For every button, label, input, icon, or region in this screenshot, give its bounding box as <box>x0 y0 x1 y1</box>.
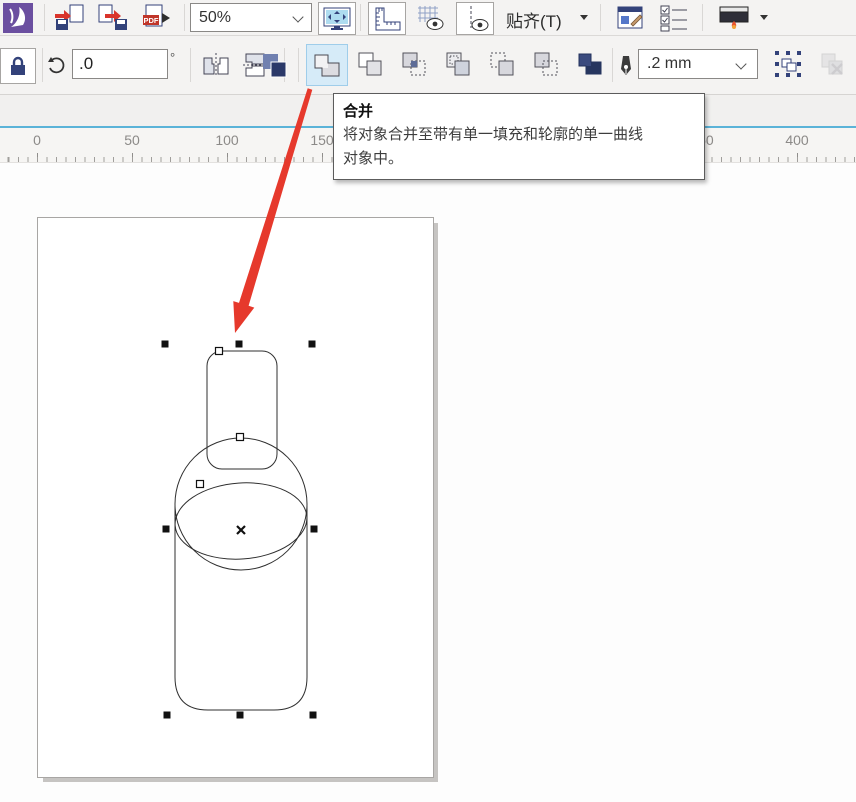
ruler-label: 50 <box>124 132 140 148</box>
ruler-label: 0 <box>33 132 41 148</box>
ruler-label: 150 <box>310 132 333 148</box>
separator <box>190 48 191 82</box>
full-screen-preview-button[interactable] <box>318 2 356 35</box>
property-bar: ° .2 mm <box>0 36 856 95</box>
drawing-page[interactable] <box>37 217 434 778</box>
export-button[interactable] <box>96 3 130 33</box>
ruler-tick <box>227 153 228 162</box>
standard-toolbar: PDF 50% 贴齐(T) <box>0 0 856 36</box>
snap-caret-icon[interactable] <box>580 15 588 20</box>
show-guidelines-button[interactable] <box>456 2 494 35</box>
simplify-button[interactable] <box>440 46 476 82</box>
snap-to-dropdown-label[interactable]: 贴齐(T) <box>506 7 562 32</box>
select-all-button[interactable] <box>770 46 806 82</box>
ruler-tick <box>132 153 133 162</box>
show-rulers-button[interactable] <box>368 2 406 35</box>
tooltip-title: 合并 <box>343 100 695 121</box>
boundary-button[interactable] <box>572 46 608 82</box>
ruler-label: 400 <box>785 132 808 148</box>
welcome-caret-icon[interactable] <box>760 15 768 20</box>
separator <box>42 48 43 82</box>
chevron-down-icon <box>735 58 746 69</box>
ruler-label: 100 <box>215 132 238 148</box>
separator <box>702 4 703 31</box>
import-button[interactable] <box>52 3 86 33</box>
separator <box>184 4 185 31</box>
degree-symbol: ° <box>170 50 175 65</box>
ruler-tick <box>37 153 38 162</box>
app-logo-icon[interactable] <box>2 2 33 33</box>
intersect-button[interactable] <box>396 46 432 82</box>
separator <box>44 4 45 31</box>
outline-width-combobox[interactable]: .2 mm <box>638 49 758 79</box>
mirror-horizontal-button[interactable] <box>198 47 234 83</box>
separator <box>600 4 601 31</box>
options-button[interactable] <box>612 2 648 33</box>
publish-pdf-button[interactable]: PDF <box>140 3 176 33</box>
zoom-level-combobox[interactable]: 50% <box>190 3 312 32</box>
rotation-angle-input[interactable] <box>72 49 168 79</box>
combine-button[interactable] <box>256 47 292 83</box>
weld-button[interactable] <box>306 44 348 86</box>
delete-disabled-button <box>814 46 850 82</box>
lock-ratio-button[interactable] <box>0 48 36 84</box>
back-minus-front-button[interactable] <box>528 46 564 82</box>
ruler-tick <box>797 153 798 162</box>
tooltip-line2: 对象中。 <box>343 147 695 171</box>
separator <box>612 48 613 82</box>
trim-button[interactable] <box>352 46 388 82</box>
chevron-down-icon <box>292 11 303 22</box>
welcome-screen-button[interactable] <box>714 2 754 33</box>
outline-pen-icon <box>616 54 636 78</box>
weld-tooltip: 合并 将对象合并至带有单一填充和轮廓的单一曲线 对象中。 <box>333 93 705 180</box>
show-grid-button[interactable] <box>412 2 448 33</box>
tooltip-line1: 将对象合并至带有单一填充和轮廓的单一曲线 <box>343 123 695 147</box>
separator <box>298 48 299 82</box>
ruler-tick <box>322 153 323 162</box>
pdf-badge-text: PDF <box>144 16 159 25</box>
zoom-level-value: 50% <box>199 9 231 27</box>
task-list-button[interactable] <box>656 2 692 33</box>
front-minus-back-button[interactable] <box>484 46 520 82</box>
outline-width-value: .2 mm <box>647 55 691 73</box>
rotate-ccw-icon <box>46 54 68 76</box>
app-window: { "colors":{"accent_cyan":"#5bb3d8","hig… <box>0 0 856 802</box>
separator <box>360 4 361 31</box>
